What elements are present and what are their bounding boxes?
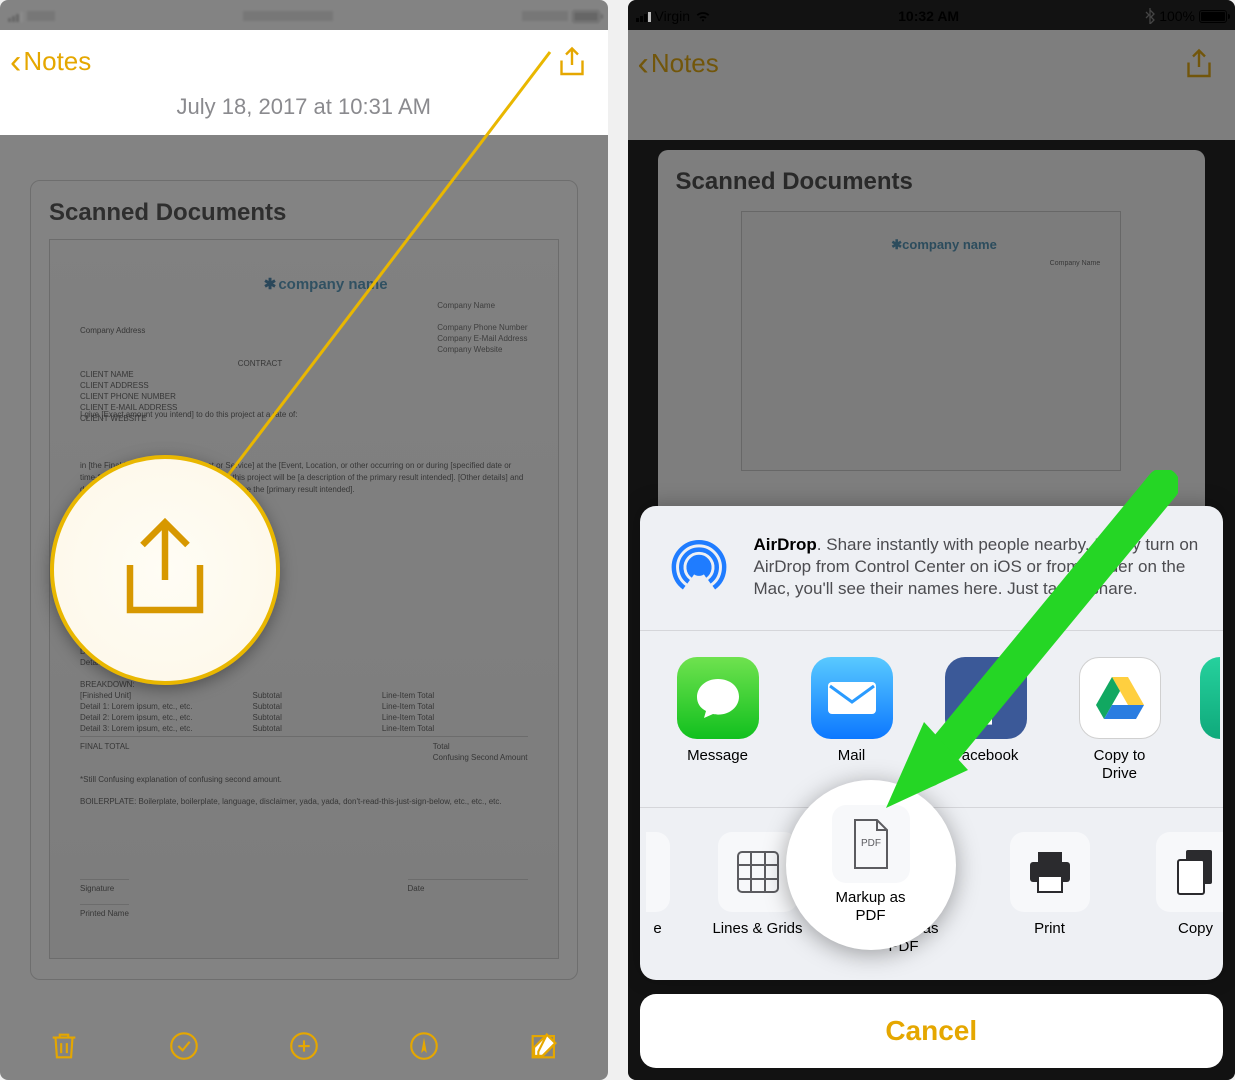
status-bar bbox=[0, 0, 608, 30]
compose-icon[interactable] bbox=[523, 1025, 565, 1067]
share-app-message[interactable]: Message bbox=[664, 657, 772, 783]
svg-text:PDF: PDF bbox=[861, 838, 881, 849]
share-apps-row: Message Mail Facebook bbox=[640, 631, 1224, 808]
battery-icon bbox=[1199, 10, 1227, 23]
pdf-file-icon: PDF bbox=[832, 805, 910, 883]
share-sheet: AirDrop. Share instantly with people nea… bbox=[640, 506, 1224, 1068]
bottom-toolbar bbox=[0, 1012, 608, 1080]
trash-icon[interactable] bbox=[43, 1025, 85, 1067]
share-app-facebook[interactable]: Facebook bbox=[932, 657, 1040, 783]
google-drive-icon bbox=[1079, 657, 1161, 739]
facebook-icon bbox=[945, 657, 1027, 739]
markup-pen-icon[interactable] bbox=[403, 1025, 445, 1067]
share-action-partial-left[interactable]: e bbox=[644, 832, 672, 956]
airdrop-icon bbox=[662, 530, 736, 604]
clock: 10:32 AM bbox=[898, 8, 959, 24]
add-circle-icon[interactable] bbox=[283, 1025, 325, 1067]
airdrop-text: AirDrop. Share instantly with people nea… bbox=[754, 534, 1204, 600]
airdrop-row[interactable]: AirDrop. Share instantly with people nea… bbox=[640, 506, 1224, 631]
signal-icon bbox=[636, 10, 651, 22]
share-action-copy[interactable]: Copy bbox=[1136, 832, 1224, 956]
back-button[interactable]: ‹ Notes bbox=[10, 46, 91, 77]
copy-icon bbox=[1156, 832, 1224, 912]
mail-icon bbox=[811, 657, 893, 739]
callout-line bbox=[190, 48, 560, 538]
markup-pdf-highlight-callout: PDF Markup asPDF bbox=[786, 780, 956, 950]
left-screenshot: Scanned Documents ✱company name Company … bbox=[0, 0, 608, 1080]
share-icon-zoom-callout bbox=[50, 455, 280, 685]
battery-percent: 100% bbox=[1159, 8, 1195, 24]
printer-icon bbox=[1010, 832, 1090, 912]
share-app-more-partial[interactable] bbox=[1200, 657, 1220, 783]
share-action-print[interactable]: Print bbox=[990, 832, 1110, 956]
share-app-mail[interactable]: Mail bbox=[798, 657, 906, 783]
status-bar: Virgin 10:32 AM 100% bbox=[628, 0, 1235, 30]
message-icon bbox=[677, 657, 759, 739]
carrier-label: Virgin bbox=[655, 8, 691, 24]
battery-icon bbox=[572, 10, 600, 23]
cancel-button[interactable]: Cancel bbox=[640, 994, 1224, 1068]
signal-icon bbox=[8, 10, 23, 22]
check-circle-icon[interactable] bbox=[163, 1025, 205, 1067]
doc-signature-row: SignaturePrinted Name Date bbox=[80, 877, 528, 918]
back-label: Notes bbox=[23, 46, 91, 77]
share-app-drive[interactable]: Copy toDrive bbox=[1066, 657, 1174, 783]
share-icon bbox=[105, 510, 225, 630]
bluetooth-icon bbox=[1145, 8, 1155, 24]
wifi-icon bbox=[694, 9, 712, 23]
right-screenshot: ‹ Notes Scanned Documents ✱company name … bbox=[628, 0, 1235, 1080]
chevron-left-icon: ‹ bbox=[10, 51, 21, 73]
